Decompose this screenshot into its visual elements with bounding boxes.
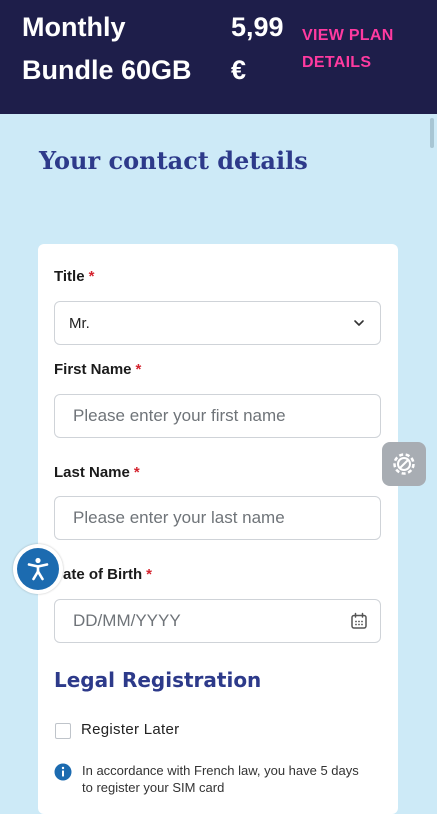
settings-button[interactable]	[382, 442, 426, 486]
last-name-input[interactable]	[55, 497, 380, 539]
register-later-checkbox[interactable]	[55, 723, 71, 739]
last-name-field[interactable]	[54, 496, 381, 540]
accessibility-icon	[27, 557, 49, 581]
title-select-value: Mr.	[69, 314, 90, 332]
page-scrollbar[interactable]	[430, 118, 434, 148]
required-mark: *	[135, 361, 142, 378]
registration-info-text: In accordance with French law, you have …	[82, 763, 359, 795]
date-of-birth-field[interactable]	[54, 599, 381, 643]
contact-form-card: Title* Mr. First Name* Last Name* ate of…	[38, 244, 398, 814]
info-icon	[54, 763, 72, 781]
accessibility-button[interactable]	[13, 544, 63, 594]
plan-price: 5,99 €	[231, 12, 284, 85]
view-plan-details-link[interactable]: VIEW PLAN DETAILS	[302, 22, 412, 76]
plan-name: Monthly Bundle 60GB	[22, 12, 192, 85]
first-name-label: First Name *	[54, 361, 142, 378]
calendar-icon[interactable]	[350, 612, 368, 630]
last-name-label: Last Name *	[54, 464, 140, 481]
chevron-down-icon	[354, 320, 364, 326]
plan-header: Monthly Bundle 60GB 5,99 € VIEW PLAN DET…	[0, 0, 437, 114]
required-mark: *	[146, 566, 153, 583]
required-mark: *	[88, 268, 95, 285]
first-name-field[interactable]	[54, 394, 381, 438]
required-mark: *	[133, 464, 140, 481]
register-later-label[interactable]: Register Later	[81, 721, 179, 738]
date-of-birth-input[interactable]	[55, 600, 380, 642]
first-name-input[interactable]	[55, 395, 380, 437]
page-title: Your contact details	[39, 146, 308, 175]
legal-registration-title: Legal Registration	[54, 668, 262, 692]
title-select[interactable]: Mr.	[54, 301, 381, 345]
date-of-birth-label: ate of Birth *	[63, 566, 153, 583]
settings-gear-icon	[393, 453, 415, 475]
accessibility-button-inner	[17, 548, 59, 590]
title-label: Title *	[54, 268, 95, 285]
